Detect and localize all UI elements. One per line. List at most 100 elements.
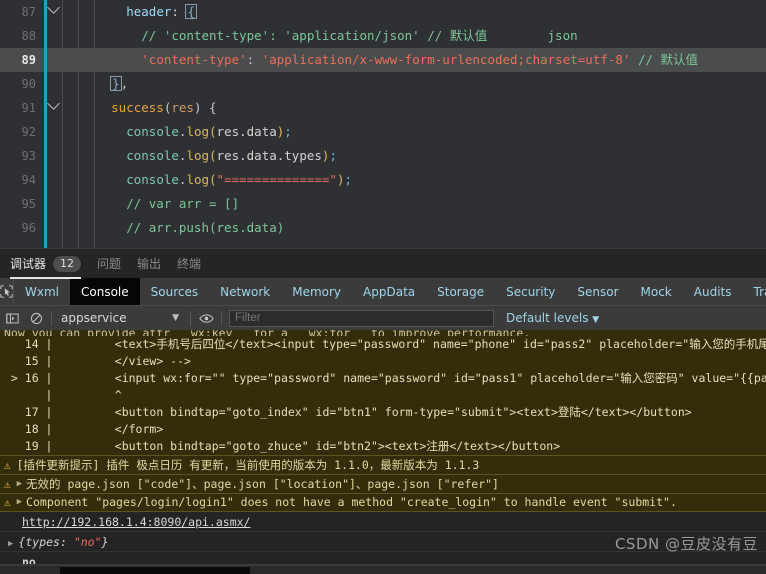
- code-line[interactable]: 94 console.log("==============");: [0, 168, 766, 192]
- code-token: ;: [344, 172, 353, 187]
- devtools-tab-console[interactable]: Console: [70, 278, 140, 305]
- devtools-tab-storage[interactable]: Storage: [426, 278, 495, 305]
- console-code-snippet: 14 | <text>手机号后四位</text><input type="pas…: [0, 336, 766, 455]
- devtools-tab-wxml[interactable]: Wxml: [14, 278, 70, 305]
- devtools-tab-network[interactable]: Network: [209, 278, 281, 305]
- expand-arrow-icon[interactable]: ▶: [8, 539, 13, 549]
- console-toolbar[interactable]: appservice ▼ Default levels ▼: [0, 305, 766, 330]
- code-text: // arr.push(res.data): [62, 216, 766, 240]
- horizontal-scrollbar[interactable]: [0, 565, 766, 574]
- warning-triangle-icon: ⚠: [4, 496, 11, 509]
- console-url-link[interactable]: http://192.168.1.4:8090/api.asmx/: [22, 515, 250, 529]
- eye-icon[interactable]: [194, 306, 218, 330]
- panel-tab-label: 输出: [137, 256, 162, 271]
- devtools-tab-trace[interactable]: Trace: [743, 278, 766, 305]
- inspect-cursor-icon[interactable]: [0, 278, 14, 305]
- code-token: // 默认值: [637, 52, 699, 67]
- code-token: log: [186, 124, 210, 139]
- console-warning-row[interactable]: ⚠ [插件更新提示] 插件 极点日历 有更新，当前使用的版本为 1.1.0，最新版…: [0, 455, 766, 474]
- object-key: {types:: [18, 535, 74, 549]
- toolbar-divider: [51, 310, 52, 326]
- console-warning-row[interactable]: ⚠ ▶ Component "pages/login/login1" does no…: [0, 493, 766, 512]
- console-levels-select[interactable]: Default levels ▼: [494, 311, 599, 325]
- line-number: 87: [21, 5, 36, 19]
- code-editor[interactable]: 87 header: {88 // 'content-type': 'appli…: [0, 0, 766, 248]
- line-number: 92: [21, 125, 36, 139]
- panel-tab-问题[interactable]: 问题: [97, 249, 121, 279]
- code-token: 'application/x-www-form-urlencoded;chars…: [261, 52, 631, 67]
- console-warning-list: ⚠ [插件更新提示] 插件 极点日历 有更新，当前使用的版本为 1.1.0，最新版…: [0, 455, 766, 512]
- devtools-tab-bar[interactable]: Wxml Console Sources Network Memory AppData St…: [0, 278, 766, 305]
- console-warning-text: 无效的 page.json ["code"]、page.json ["locat…: [26, 476, 499, 491]
- devtools-tab-list: Wxml Console Sources Network Memory AppData St…: [14, 278, 766, 305]
- panel-tab-bar[interactable]: 调试器 12 问题 输出 终端: [0, 248, 766, 279]
- clear-console-icon[interactable]: [24, 306, 48, 330]
- console-warning-text: Component "pages/login/login1" does not …: [26, 495, 677, 509]
- editor-line-list: 87 header: {88 // 'content-type': 'appli…: [0, 0, 766, 240]
- panel-tab-label: 调试器: [10, 256, 47, 271]
- devtools-tab-mock[interactable]: Mock: [630, 278, 683, 305]
- devtools-tab-label: Mock: [640, 284, 672, 299]
- code-token: ) {: [193, 100, 217, 115]
- devtools-tab-label: Wxml: [25, 284, 59, 299]
- code-line[interactable]: 91 success(res) {: [0, 96, 766, 120]
- code-token: res.data: [216, 124, 277, 139]
- code-token: // 'content-type': 'application/json' //…: [66, 28, 578, 43]
- code-token: ): [336, 172, 345, 187]
- code-line[interactable]: 96 // arr.push(res.data): [0, 216, 766, 240]
- panel-toggle-icon[interactable]: [0, 306, 24, 330]
- code-line[interactable]: 90 },: [0, 72, 766, 96]
- devtools-tab-sensor[interactable]: Sensor: [566, 278, 629, 305]
- code-token: // arr.push(res.data): [66, 220, 285, 235]
- devtools-tab-memory[interactable]: Memory: [281, 278, 352, 305]
- console-link-row[interactable]: http://192.168.1.4:8090/api.asmx/: [0, 512, 766, 532]
- code-line[interactable]: 93 console.log(res.data.types);: [0, 144, 766, 168]
- code-token: 'content-type': [141, 52, 247, 67]
- console-output[interactable]: Now you can provide attr `wx:key` for a …: [0, 330, 766, 574]
- code-text: 'content-type': 'application/x-www-form-…: [62, 48, 766, 72]
- chevron-down-icon: ▼: [592, 315, 600, 325]
- toolbar-divider: [221, 310, 222, 326]
- devtools-tab-label: Security: [506, 284, 556, 299]
- line-number: 90: [21, 77, 36, 91]
- console-code-line: 19 | <button bindtap="goto_zhuce" id="bt…: [4, 439, 561, 453]
- devtools-tab-label: Network: [220, 284, 271, 299]
- editor-gutter-accent-bar: [44, 0, 47, 248]
- console-warning-row[interactable]: ⚠ ▶ 无效的 page.json ["code"]、page.json ["loc…: [0, 474, 766, 493]
- console-code-line: | ^: [4, 388, 122, 402]
- line-number: 94: [21, 173, 36, 187]
- code-line[interactable]: 88 // 'content-type': 'application/json'…: [0, 24, 766, 48]
- devtools-tab-security[interactable]: Security: [495, 278, 566, 305]
- devtools-tab-appdata[interactable]: AppData: [352, 278, 426, 305]
- devtools-tab-label: Memory: [292, 284, 342, 299]
- expand-arrow-icon[interactable]: ▶: [17, 475, 22, 493]
- line-number: 95: [21, 197, 36, 211]
- expand-arrow-icon[interactable]: ▶: [17, 494, 22, 511]
- console-code-line: 15 | </view> -->: [4, 354, 191, 368]
- line-number: 88: [21, 29, 36, 43]
- object-suffix: }: [101, 535, 109, 549]
- panel-tab-调试器[interactable]: 调试器 12: [10, 249, 82, 279]
- console-filter-input[interactable]: [229, 309, 494, 327]
- panel-tab-终端[interactable]: 终端: [177, 249, 201, 279]
- code-token: (: [209, 148, 217, 163]
- code-line[interactable]: 87 header: {: [0, 0, 766, 24]
- code-token: (: [209, 172, 217, 187]
- devtools-tab-audits[interactable]: Audits: [683, 278, 743, 305]
- code-line[interactable]: 95 // var arr = []: [0, 192, 766, 216]
- panel-tab-输出[interactable]: 输出: [137, 249, 161, 279]
- code-token: :: [171, 4, 187, 19]
- code-token: ,: [120, 76, 129, 91]
- code-line[interactable]: 92 console.log(res.data);: [0, 120, 766, 144]
- code-text: // var arr = []: [62, 192, 766, 216]
- devtools-tab-sources[interactable]: Sources: [140, 278, 209, 305]
- console-context-select[interactable]: appservice ▼: [55, 311, 187, 325]
- scrollbar-thumb[interactable]: [60, 567, 250, 574]
- code-token: (: [209, 124, 217, 139]
- console-warning-text: [插件更新提示] 插件 极点日历 有更新，当前使用的版本为 1.1.0，最新版本…: [16, 457, 480, 472]
- code-line[interactable]: 89 'content-type': 'application/x-www-fo…: [0, 48, 766, 72]
